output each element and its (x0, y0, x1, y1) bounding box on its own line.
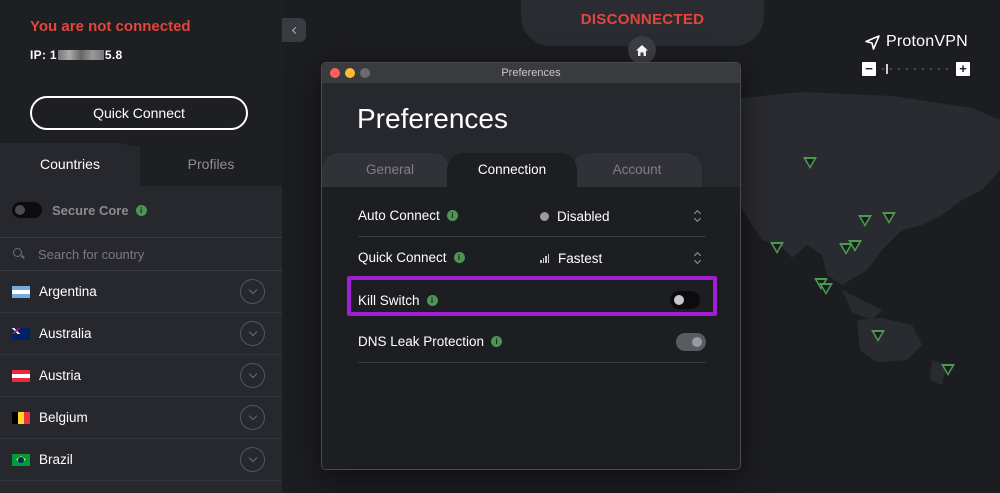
window-titlebar[interactable]: Preferences (322, 63, 740, 83)
expand-country-button[interactable] (240, 405, 265, 430)
chevron-down-icon (248, 327, 257, 337)
chevron-left-icon (291, 26, 299, 34)
setting-label: Quick Connect (358, 250, 447, 265)
preferences-window: Preferences Preferences General Account … (321, 62, 741, 470)
toggle-knob (692, 337, 702, 347)
setting-label: DNS Leak Protection (358, 334, 485, 349)
home-icon (636, 44, 648, 56)
ip-prefix: IP: 1 (30, 48, 57, 62)
search-row (0, 238, 282, 270)
chevron-down-icon (248, 411, 257, 421)
expand-country-button[interactable] (240, 363, 265, 388)
country-name: Austria (39, 368, 82, 383)
window-title: Preferences (501, 67, 561, 79)
connection-status: DISCONNECTED (580, 11, 705, 28)
country-name: Australia (39, 326, 92, 341)
server-marker[interactable] (871, 330, 885, 342)
zoom-in-button[interactable]: + (956, 62, 970, 76)
chevron-down-icon (248, 453, 257, 463)
tab-general[interactable]: General (322, 153, 450, 187)
server-marker[interactable] (770, 242, 784, 254)
toggle-knob (15, 205, 25, 215)
brazil-flag-icon (12, 453, 30, 466)
tab-account[interactable]: Account (572, 153, 702, 187)
country-name: Argentina (39, 284, 97, 299)
info-icon[interactable]: i (135, 204, 147, 216)
secure-core-toggle[interactable] (12, 202, 42, 218)
austria-flag-icon (12, 369, 30, 382)
select-value: Fastest (558, 250, 603, 266)
chevron-down-icon (248, 285, 257, 295)
gray-dot-icon (540, 211, 549, 221)
setting-quick-connect: Quick Connect i Fastest (358, 237, 706, 279)
argentina-flag-icon (12, 285, 30, 298)
sidebar: You are not connected IP: 1 5.8 Quick Con… (0, 0, 282, 493)
ip-address: IP: 1 5.8 (30, 48, 122, 62)
country-row-australia[interactable]: Australia (0, 313, 282, 355)
signal-bars-icon (540, 253, 551, 263)
setting-label: Auto Connect (358, 208, 440, 223)
country-row-brazil[interactable]: Brazil (0, 439, 282, 481)
server-marker[interactable] (819, 283, 833, 295)
chevron-updown-icon (694, 250, 702, 266)
country-row-austria[interactable]: Austria (0, 355, 282, 397)
ip-suffix: 5.8 (104, 48, 123, 62)
server-marker[interactable] (882, 212, 896, 224)
australia-flag-icon (12, 327, 30, 340)
search-input[interactable] (38, 246, 258, 262)
home-button[interactable] (628, 36, 656, 64)
select-value: Disabled (557, 208, 610, 224)
collapse-sidebar-button[interactable] (282, 18, 306, 42)
country-row-belgium[interactable]: Belgium (0, 397, 282, 439)
quick-connect-select[interactable]: Fastest (540, 237, 706, 279)
zoom-slider-thumb[interactable] (886, 64, 889, 74)
server-marker[interactable] (941, 364, 955, 376)
search-icon (13, 248, 25, 260)
country-row-argentina[interactable]: Argentina (0, 271, 282, 313)
zoom-control: − + (862, 62, 970, 76)
brand-name: ProtonVPN (886, 33, 968, 50)
zoom-slider[interactable] (882, 68, 950, 70)
kill-switch-highlight (347, 276, 717, 316)
chevron-down-icon (248, 369, 257, 379)
tab-connection[interactable]: Connection (447, 153, 577, 187)
info-icon[interactable]: i (446, 210, 458, 221)
setting-auto-connect: Auto Connect i Disabled (358, 195, 706, 237)
zoom-out-button[interactable]: − (862, 62, 876, 76)
connection-settings-panel: Auto Connect i Disabled Quick Connect i … (322, 187, 740, 469)
server-marker[interactable] (803, 157, 817, 169)
dns-leak-protection-toggle[interactable] (676, 333, 706, 351)
expand-country-button[interactable] (240, 279, 265, 304)
setting-dns-leak-protection: DNS Leak Protection i (358, 321, 706, 363)
secure-core-label: Secure Core (52, 202, 129, 218)
preferences-heading: Preferences (357, 103, 508, 134)
connection-status-text: You are not connected (30, 18, 191, 35)
proton-arrow-icon (865, 34, 880, 50)
chevron-updown-icon (694, 208, 702, 224)
server-marker[interactable] (858, 215, 872, 227)
preferences-tabs: General Account Connection (322, 153, 740, 187)
auto-connect-select[interactable]: Disabled (540, 195, 706, 237)
belgium-flag-icon (12, 411, 30, 424)
expand-country-button[interactable] (240, 447, 265, 472)
tab-profiles-label: Profiles (187, 156, 235, 172)
secure-core-row: Secure Core i (12, 202, 147, 218)
info-icon[interactable]: i (491, 336, 503, 347)
ip-redaction (57, 50, 104, 60)
tab-profiles[interactable]: Profiles (140, 143, 282, 186)
server-marker[interactable] (848, 240, 862, 252)
quick-connect-button[interactable]: Quick Connect (30, 96, 248, 130)
brand-logo: ProtonVPN (865, 33, 968, 51)
tab-countries[interactable]: Countries (0, 143, 140, 186)
tab-countries-label: Countries (40, 156, 100, 172)
country-name: Belgium (39, 410, 88, 425)
info-icon[interactable]: i (453, 252, 465, 263)
expand-country-button[interactable] (240, 321, 265, 346)
country-name: Brazil (39, 452, 73, 467)
protonvpn-app: DISCONNECTED ProtonVPN − + You are not c… (0, 0, 1000, 493)
